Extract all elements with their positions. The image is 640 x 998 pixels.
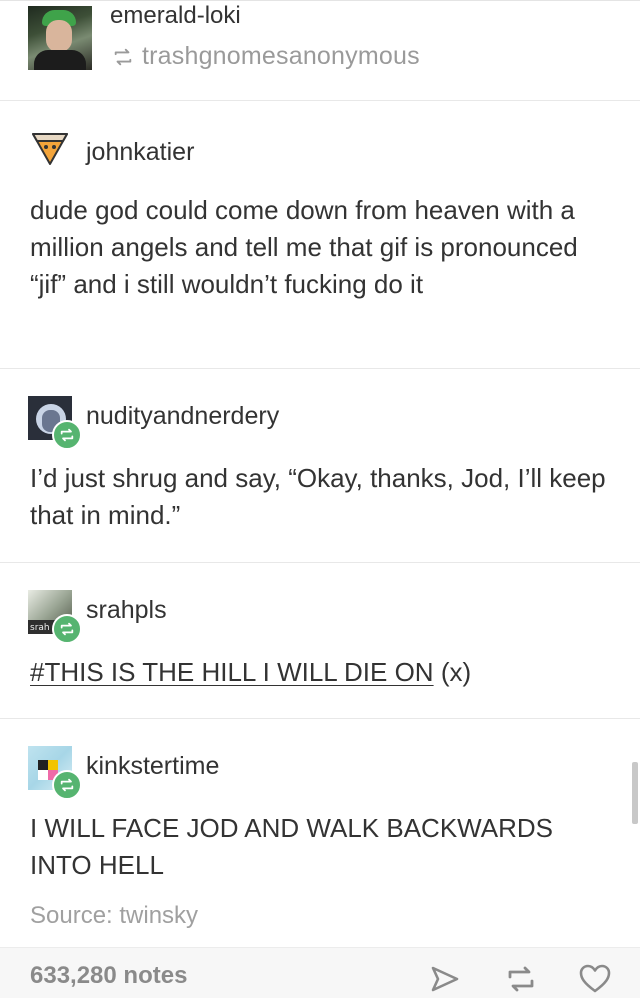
share-icon[interactable] [428, 962, 462, 996]
post-text: dude god could come down from heaven wit… [30, 195, 578, 299]
source-link[interactable]: (x) [441, 657, 471, 687]
divider [0, 100, 640, 101]
avatar[interactable] [30, 128, 70, 168]
reblog-icon [60, 778, 74, 792]
blog-name[interactable]: emerald-loki [110, 2, 241, 30]
post-username[interactable]: srahpls [86, 596, 167, 625]
reblog-badge [52, 420, 82, 450]
post-tag-line: #THIS IS THE HILL I WILL DIE ON (x) [30, 654, 620, 691]
reblog-icon [60, 428, 74, 442]
divider [0, 718, 640, 719]
avatar-label: srah [30, 623, 50, 633]
reblog-badge [52, 614, 82, 644]
post-username[interactable]: nudityandnerdery [86, 402, 279, 431]
post-username[interactable]: kinkstertime [86, 752, 219, 781]
tag-link[interactable]: #THIS IS THE HILL I WILL DIE ON [30, 657, 434, 687]
reblog-icon [114, 48, 132, 66]
divider [0, 368, 640, 369]
post-text: I WILL FACE JOD AND WALK BACKWARDS INTO … [30, 813, 553, 880]
reblog-icon[interactable] [504, 962, 538, 996]
blog-avatar[interactable] [28, 6, 92, 70]
post-username[interactable]: johnkatier [86, 138, 194, 167]
reblog-icon [60, 622, 74, 636]
scrollbar[interactable] [632, 762, 638, 824]
reblog-badge [52, 770, 82, 800]
post-source[interactable]: Source: twinsky [30, 902, 198, 930]
top-border [0, 0, 640, 1]
divider [0, 562, 640, 563]
notes-count[interactable]: 633,280 notes [30, 962, 187, 990]
post-text: I’d just shrug and say, “Okay, thanks, J… [30, 463, 606, 530]
heart-icon[interactable] [578, 962, 612, 996]
reblogged-from-name[interactable]: trashgnomesanonymous [142, 42, 420, 71]
